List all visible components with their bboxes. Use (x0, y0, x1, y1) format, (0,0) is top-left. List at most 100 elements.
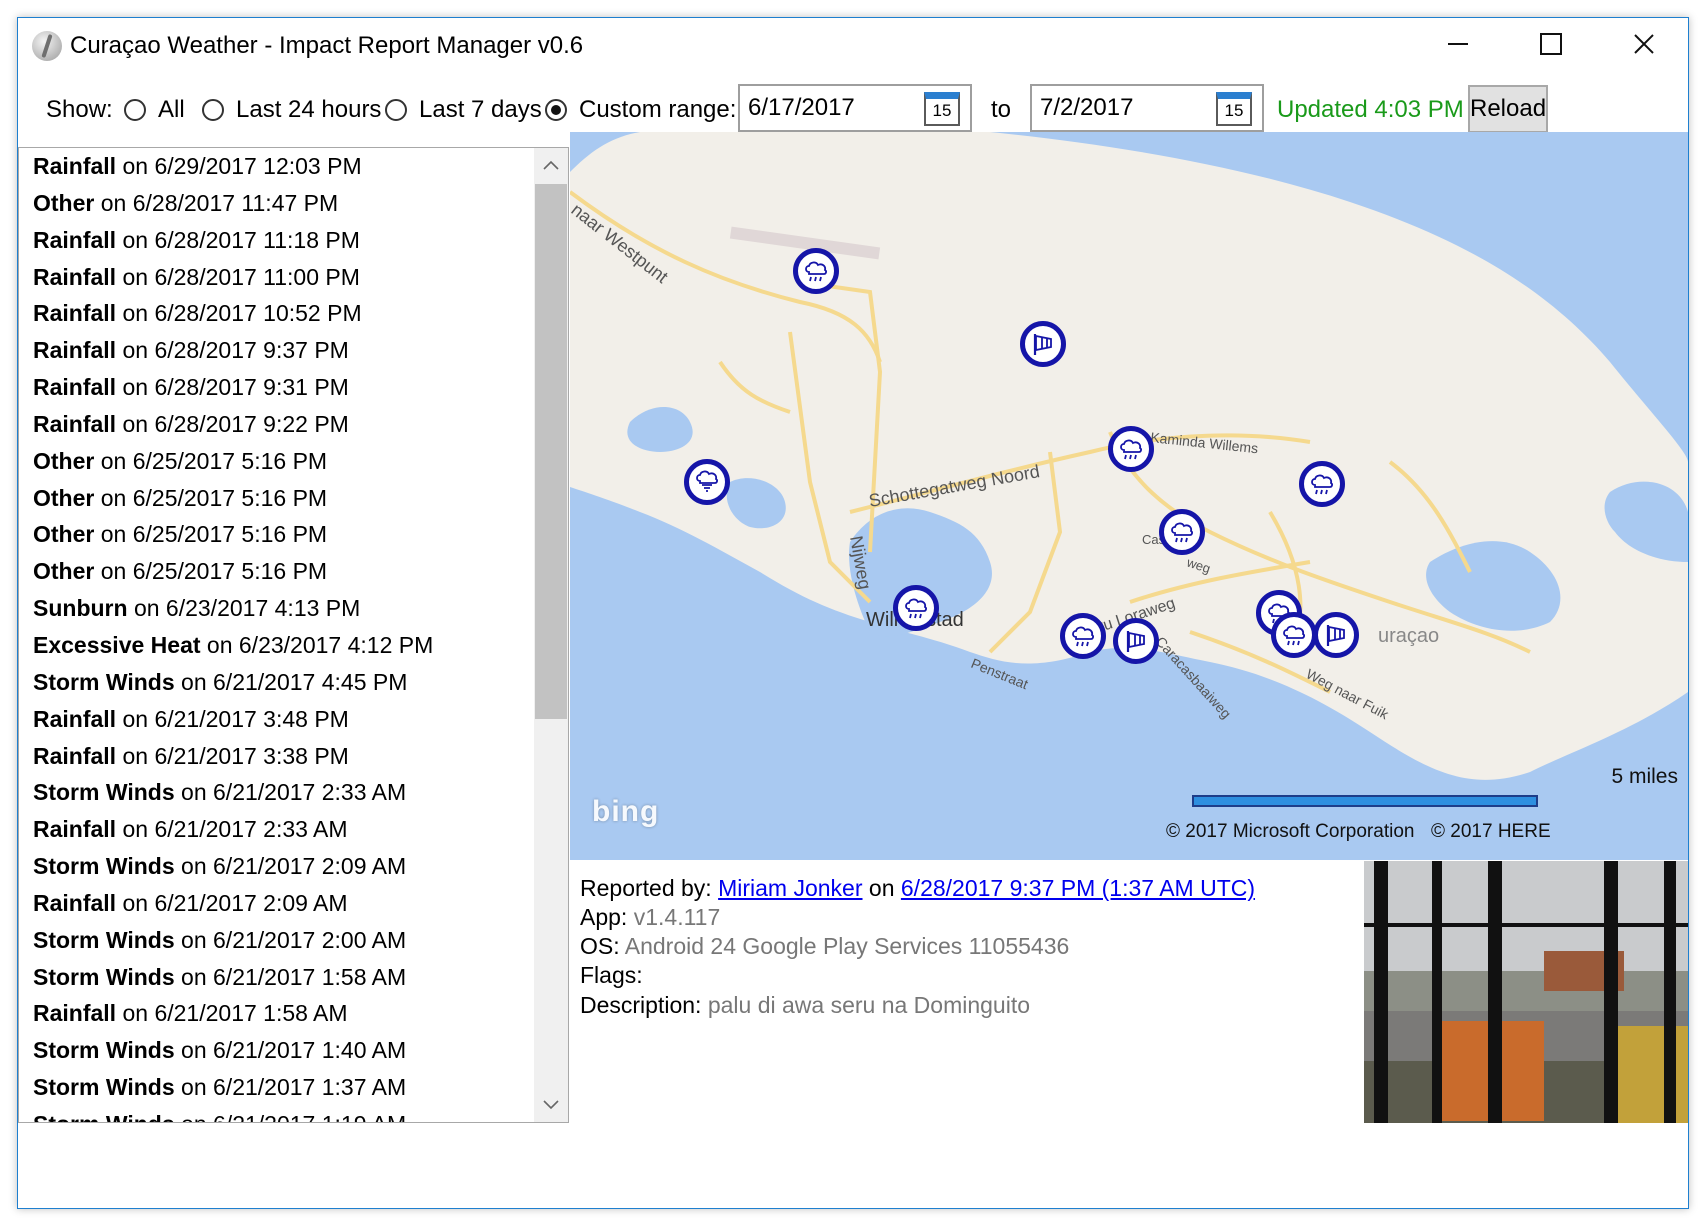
report-list-item[interactable]: Storm Winds on 6/21/2017 2:33 AM (19, 774, 535, 811)
map-marker-rainfall[interactable] (1159, 509, 1205, 555)
radio-24h-icon[interactable] (202, 99, 224, 121)
report-date: 6/21/2017 2:09 AM (213, 853, 407, 880)
filter-24h-radio[interactable]: Last 24 hours (202, 76, 381, 144)
chevron-up-icon (543, 160, 559, 170)
report-list-item[interactable]: Storm Winds on 6/21/2017 2:00 AM (19, 922, 535, 959)
rainfall-icon (1120, 439, 1142, 460)
storm-winds-icon (1126, 631, 1145, 652)
report-list-item[interactable]: Rainfall on 6/21/2017 2:09 AM (19, 885, 535, 922)
report-list-item[interactable]: Rainfall on 6/21/2017 3:48 PM (19, 701, 535, 738)
map-marker-storm-winds[interactable] (1020, 321, 1066, 367)
filter-all-radio[interactable]: All (124, 76, 185, 144)
report-list-item[interactable]: Other on 6/25/2017 5:16 PM (19, 553, 535, 590)
map-marker-rainfall[interactable] (793, 248, 839, 294)
report-type: Rainfall (33, 889, 117, 916)
radio-7d-icon[interactable] (385, 99, 407, 121)
scroll-up-button[interactable] (534, 148, 568, 182)
map-marker-rainfall[interactable] (1271, 612, 1317, 658)
rainfall-icon (805, 261, 827, 282)
report-list[interactable]: Rainfall on 6/29/2017 12:03 PM Other on 6… (19, 148, 535, 1122)
report-type: Rainfall (33, 153, 117, 179)
map-marker-rainfall[interactable] (1108, 426, 1154, 472)
description-value: palu di awa seru na Dominguito (707, 992, 1031, 1018)
title-bar[interactable]: Curaçao Weather - Impact Report Manager … (18, 18, 1688, 74)
report-on-label: on (181, 926, 207, 953)
report-date: 6/21/2017 2:09 AM (154, 889, 348, 916)
report-list-item[interactable]: Rainfall on 6/28/2017 10:52 PM (19, 295, 535, 332)
report-date: 6/25/2017 5:16 PM (132, 521, 328, 548)
scroll-down-button[interactable] (534, 1088, 568, 1122)
report-list-item[interactable]: Other on 6/25/2017 5:16 PM (19, 443, 535, 480)
scroll-thumb[interactable] (535, 184, 567, 719)
report-list-item[interactable]: Storm Winds on 6/21/2017 4:45 PM (19, 664, 535, 701)
report-list-item[interactable]: Rainfall on 6/28/2017 9:31 PM (19, 369, 535, 406)
report-list-item[interactable]: Storm Winds on 6/21/2017 1:58 AM (19, 959, 535, 996)
reporter-link[interactable]: Miriam Jonker (718, 875, 862, 901)
close-button[interactable] (1614, 24, 1674, 64)
report-list-item[interactable]: Excessive Heat on 6/23/2017 4:12 PM (19, 627, 535, 664)
report-date: 6/25/2017 5:16 PM (132, 558, 328, 585)
start-date-input[interactable] (748, 92, 928, 124)
app-logo-icon (32, 31, 62, 61)
report-date: 6/28/2017 11:00 PM (154, 263, 360, 290)
description-label: Description: (580, 992, 702, 1018)
maximize-button[interactable] (1521, 24, 1581, 64)
rainfall-icon (1283, 625, 1305, 646)
map-marker-excessive-heat[interactable] (684, 459, 730, 505)
app-line: App: v1.4.117 (580, 904, 720, 931)
report-list-item[interactable]: Storm Winds on 6/21/2017 2:09 AM (19, 848, 535, 885)
os-line: OS: Android 24 Google Play Services 1105… (580, 933, 1069, 960)
report-on-label: on (100, 447, 127, 474)
radio-custom-icon[interactable] (545, 99, 567, 121)
map-canvas[interactable]: naar Westpunt Schottegatweg Noord Kamind… (570, 132, 1688, 860)
report-list-item[interactable]: Storm Winds on 6/21/2017 1:19 AM (19, 1106, 535, 1122)
report-list-item[interactable]: Rainfall on 6/29/2017 12:03 PM (19, 148, 535, 185)
report-on-label: on (122, 410, 149, 437)
map-marker-storm-winds[interactable] (1313, 612, 1359, 658)
report-type: Rainfall (33, 374, 117, 401)
report-list-item[interactable]: Rainfall on 6/21/2017 2:33 AM (19, 811, 535, 848)
on-label: on (868, 875, 895, 901)
rainfall-icon (1072, 626, 1094, 647)
report-date: 6/28/2017 9:37 PM (154, 337, 349, 364)
calendar-icon[interactable]: 15 (1216, 92, 1252, 126)
report-type: Rainfall (33, 816, 117, 843)
report-list-item[interactable]: Other on 6/25/2017 5:16 PM (19, 516, 535, 553)
minimize-button[interactable] (1428, 24, 1488, 64)
os-label: OS: (580, 933, 620, 959)
report-type: Other (33, 189, 95, 216)
report-list-item[interactable]: Other on 6/28/2017 11:47 PM (19, 185, 535, 222)
report-list-item[interactable]: Storm Winds on 6/21/2017 1:37 AM (19, 1069, 535, 1106)
map-view[interactable]: naar Westpunt Schottegatweg Noord Kamind… (570, 132, 1688, 860)
end-date-picker[interactable]: 15 (1030, 84, 1264, 132)
calendar-icon[interactable]: 15 (924, 92, 960, 126)
radio-all-icon[interactable] (124, 99, 146, 121)
end-date-input[interactable] (1040, 92, 1220, 124)
report-list-item[interactable]: Storm Winds on 6/21/2017 1:40 AM (19, 1032, 535, 1069)
report-list-item[interactable]: Rainfall on 6/28/2017 9:22 PM (19, 406, 535, 443)
filter-all-label: All (158, 96, 185, 123)
maximize-icon (1540, 33, 1562, 55)
reload-button[interactable]: Reload (1468, 85, 1548, 133)
report-type: Rainfall (33, 337, 117, 364)
report-list-item[interactable]: Rainfall on 6/21/2017 3:38 PM (19, 738, 535, 775)
filter-7d-radio[interactable]: Last 7 days (385, 76, 542, 144)
report-list-item[interactable]: Sunburn on 6/23/2017 4:13 PM (19, 590, 535, 627)
report-date: 6/21/2017 2:33 AM (154, 816, 348, 843)
map-marker-rainfall[interactable] (1299, 461, 1345, 507)
report-list-item[interactable]: Rainfall on 6/21/2017 1:58 AM (19, 995, 535, 1032)
list-scrollbar[interactable] (534, 148, 568, 1122)
report-date: 6/28/2017 11:47 PM (132, 189, 339, 216)
start-date-picker[interactable]: 15 (738, 84, 972, 132)
report-list-item[interactable]: Rainfall on 6/28/2017 11:18 PM (19, 222, 535, 259)
excessive-heat-icon (696, 470, 718, 492)
report-photo[interactable] (1364, 861, 1688, 1123)
report-date: 6/28/2017 9:31 PM (154, 374, 349, 401)
map-marker-storm-winds[interactable] (1113, 618, 1159, 664)
report-list-item[interactable]: Rainfall on 6/28/2017 11:00 PM (19, 259, 535, 296)
report-list-item[interactable]: Rainfall on 6/28/2017 9:37 PM (19, 332, 535, 369)
report-list-item[interactable]: Other on 6/25/2017 5:16 PM (19, 480, 535, 517)
map-marker-rainfall[interactable] (893, 585, 939, 631)
report-time-link[interactable]: 6/28/2017 9:37 PM (1:37 AM UTC) (901, 875, 1255, 901)
map-marker-rainfall[interactable] (1060, 613, 1106, 659)
